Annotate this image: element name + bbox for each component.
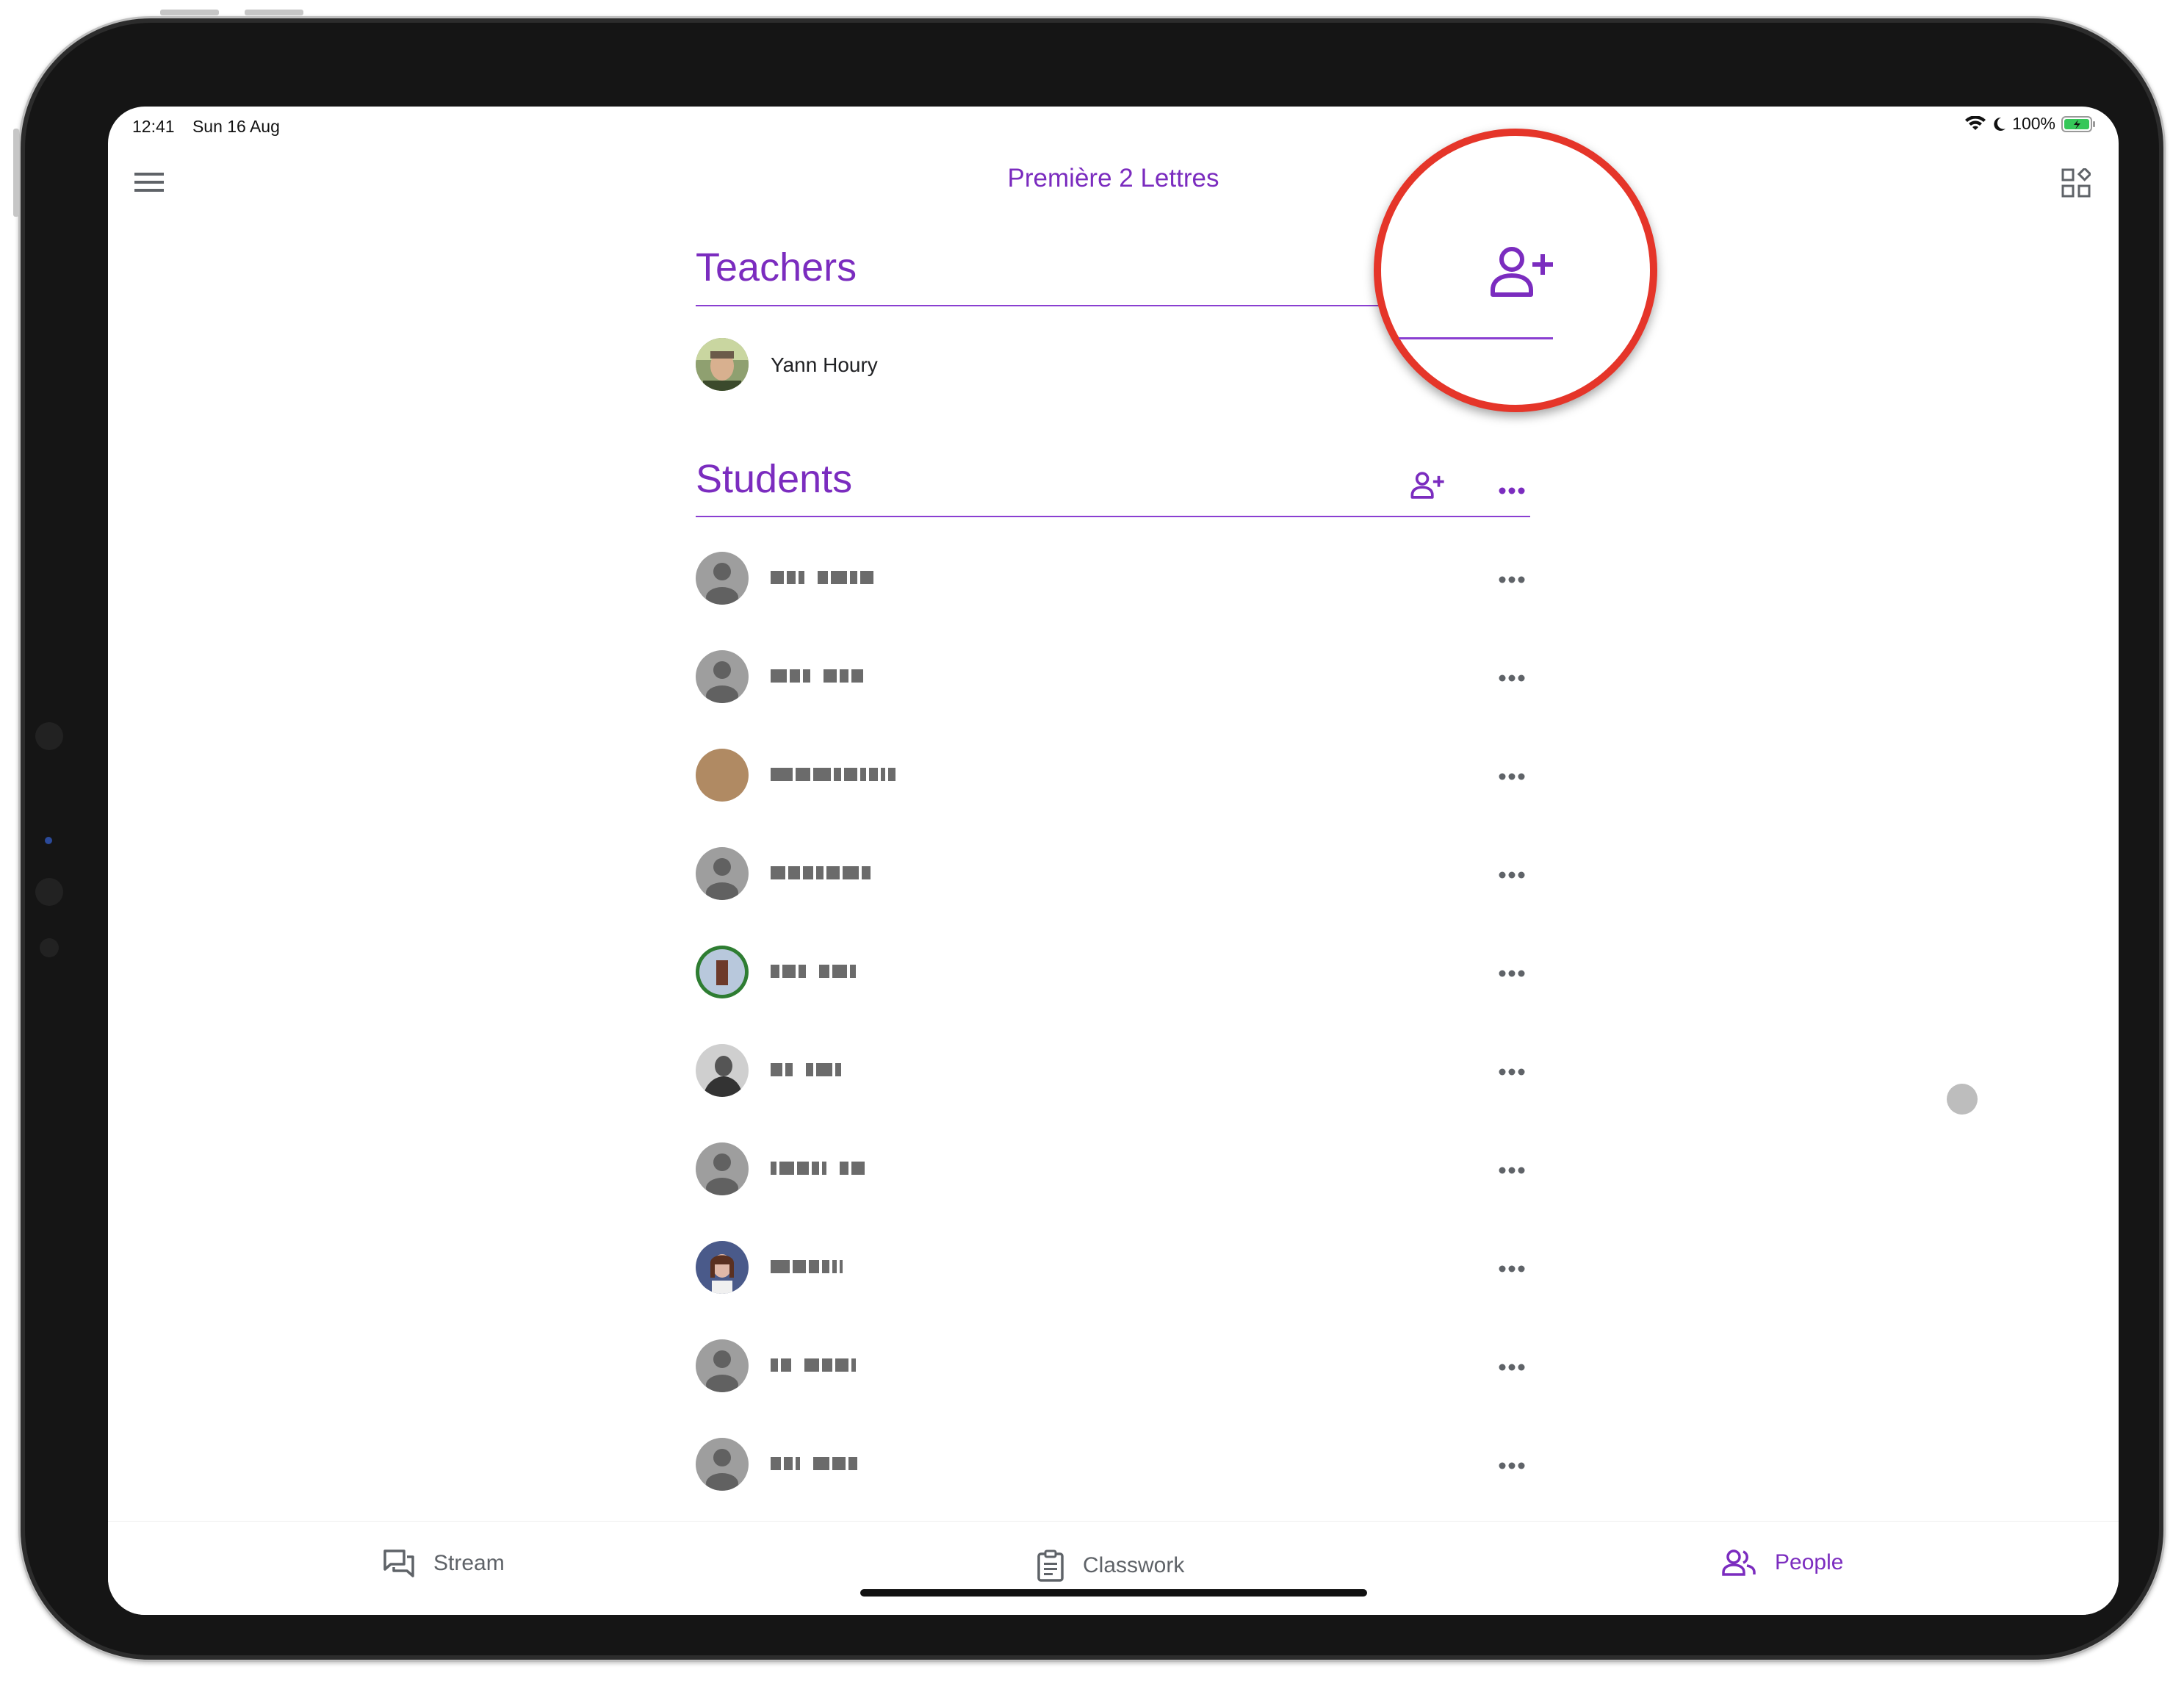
students-more-button[interactable] xyxy=(1499,474,1525,499)
more-icon xyxy=(1499,1462,1525,1469)
student-row[interactable] xyxy=(696,1044,1530,1103)
student-more-button[interactable] xyxy=(1499,1165,1525,1178)
tab-stream[interactable]: Stream xyxy=(383,1549,505,1577)
more-icon xyxy=(1499,773,1525,780)
student-name-redacted xyxy=(771,863,871,882)
battery-percent: 100% xyxy=(2012,114,2055,133)
student-avatar xyxy=(696,1438,749,1491)
home-indicator xyxy=(860,1589,1367,1597)
invite-student-button[interactable] xyxy=(1410,471,1446,503)
battery-icon xyxy=(2061,115,2095,132)
add-person-icon xyxy=(1410,472,1444,499)
student-row[interactable] xyxy=(696,946,1530,1004)
student-avatar xyxy=(696,1044,749,1097)
bottom-navigation: Stream Classwork People xyxy=(108,1521,2119,1615)
student-more-button[interactable] xyxy=(1499,968,1525,981)
student-name-redacted xyxy=(771,1159,865,1178)
student-row[interactable] xyxy=(696,749,1530,807)
student-row[interactable] xyxy=(696,1142,1530,1201)
more-icon xyxy=(1499,576,1525,583)
more-icon xyxy=(1499,1364,1525,1371)
more-icon xyxy=(1499,970,1525,977)
camera-dot xyxy=(35,878,63,906)
more-icon xyxy=(1499,1167,1525,1174)
tab-classwork-label: Classwork xyxy=(1083,1553,1185,1577)
more-icon xyxy=(1499,674,1525,682)
teacher-avatar xyxy=(696,338,749,391)
student-row[interactable] xyxy=(696,650,1530,709)
tab-people[interactable]: People xyxy=(1722,1549,1843,1576)
status-bar-left: 12:41 Sun 16 Aug xyxy=(132,117,293,137)
student-avatar xyxy=(696,749,749,802)
app-screen: 12:41 Sun 16 Aug 100% Première 2 Lettres… xyxy=(108,107,2119,1615)
student-more-button[interactable] xyxy=(1499,869,1525,882)
page-title: Première 2 Lettres xyxy=(1007,164,1219,192)
student-more-button[interactable] xyxy=(1499,1361,1525,1375)
wifi-icon xyxy=(1965,115,1986,130)
ipad-frame: 12:41 Sun 16 Aug 100% Première 2 Lettres… xyxy=(13,10,2166,1662)
power-button xyxy=(13,129,19,217)
student-avatar xyxy=(696,552,749,605)
student-row[interactable] xyxy=(696,847,1530,906)
tab-people-label: People xyxy=(1775,1550,1844,1574)
camera-sensor xyxy=(45,837,52,844)
student-more-button[interactable] xyxy=(1499,771,1525,784)
student-name-redacted xyxy=(771,1454,857,1473)
student-more-button[interactable] xyxy=(1499,1066,1525,1079)
more-icon xyxy=(1499,1068,1525,1076)
student-name-redacted xyxy=(771,1356,856,1375)
status-time: 12:41 xyxy=(132,117,175,136)
student-avatar xyxy=(696,847,749,900)
more-icon xyxy=(1499,487,1525,494)
camera-dot xyxy=(40,938,59,957)
student-row[interactable] xyxy=(696,552,1530,611)
status-bar-right: 100% xyxy=(1965,114,2097,134)
student-avatar xyxy=(696,650,749,703)
camera-dot xyxy=(35,722,63,750)
more-icon xyxy=(1499,871,1525,879)
student-name-redacted xyxy=(771,765,895,784)
student-row[interactable] xyxy=(696,1339,1530,1398)
student-avatar xyxy=(696,1241,749,1294)
student-name-redacted xyxy=(771,962,856,981)
stream-icon xyxy=(383,1549,414,1577)
student-avatar xyxy=(696,1339,749,1392)
students-divider xyxy=(696,516,1530,517)
tab-classwork[interactable]: Classwork xyxy=(1037,1549,1184,1582)
volume-button xyxy=(245,10,303,15)
student-more-button[interactable] xyxy=(1499,672,1525,685)
apps-icon xyxy=(2061,167,2092,198)
people-icon xyxy=(1722,1549,1756,1576)
highlight-circle xyxy=(1374,129,1657,412)
tab-stream-label: Stream xyxy=(433,1551,505,1575)
student-more-button[interactable] xyxy=(1499,1263,1525,1276)
student-name-redacted xyxy=(771,666,863,685)
student-avatar xyxy=(696,1142,749,1195)
student-name-redacted xyxy=(771,568,873,587)
volume-button xyxy=(160,10,219,15)
student-more-button[interactable] xyxy=(1499,1460,1525,1473)
student-name-redacted xyxy=(771,1257,843,1276)
teachers-divider-magnified xyxy=(1399,337,1553,339)
more-icon xyxy=(1499,1265,1525,1273)
apps-button[interactable] xyxy=(2061,167,2092,201)
student-avatar xyxy=(696,946,749,998)
add-person-icon xyxy=(1491,247,1553,297)
student-row[interactable] xyxy=(696,1438,1530,1497)
student-more-button[interactable] xyxy=(1499,574,1525,587)
students-heading: Students xyxy=(696,457,853,501)
add-teacher-button[interactable] xyxy=(1490,245,1556,301)
moon-icon xyxy=(1994,117,2006,131)
student-row[interactable] xyxy=(696,1241,1530,1300)
student-name-redacted xyxy=(771,1060,841,1079)
assistive-touch-button[interactable] xyxy=(1947,1084,1978,1115)
status-date: Sun 16 Aug xyxy=(192,117,280,136)
classwork-icon xyxy=(1037,1549,1064,1582)
teacher-name: Yann Houry xyxy=(771,353,878,376)
teachers-heading: Teachers xyxy=(696,245,857,289)
